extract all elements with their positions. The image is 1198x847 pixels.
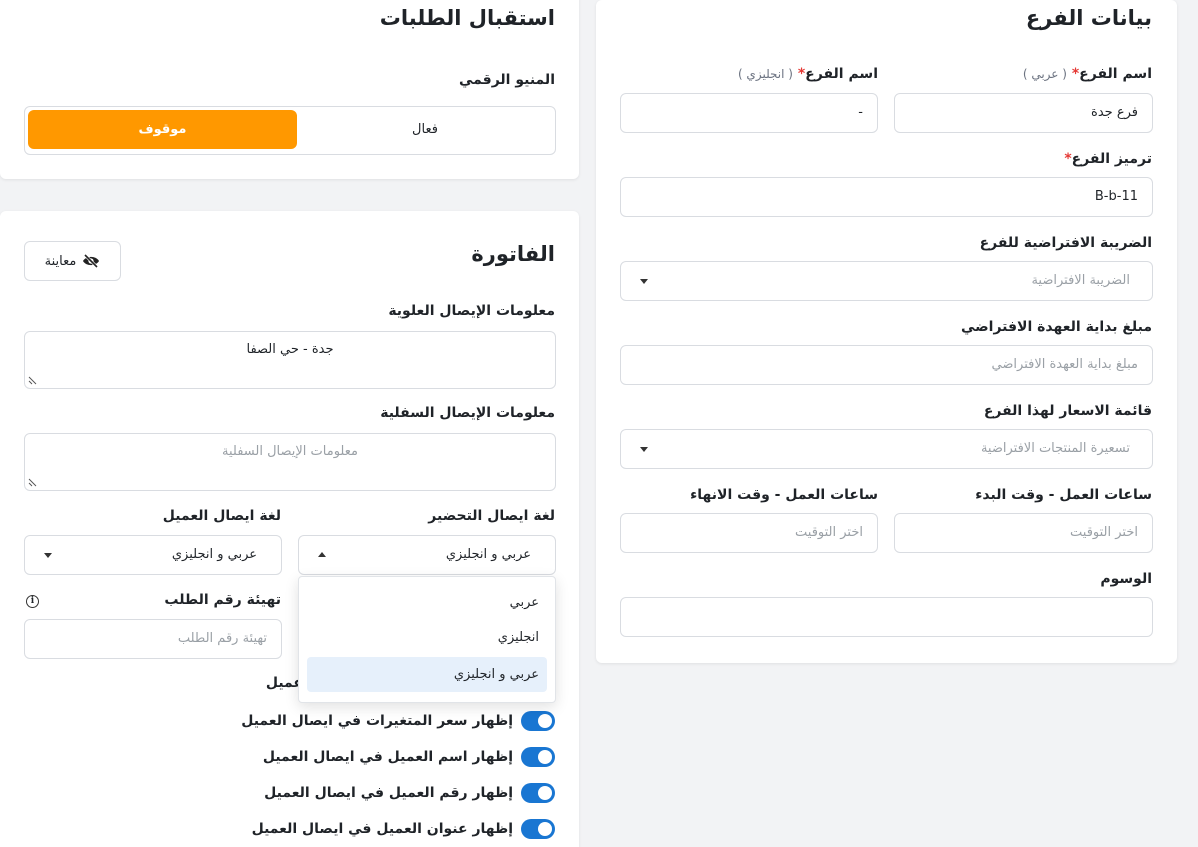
- pricelist-placeholder: تسعيرة المنتجات الافتراضية: [980, 441, 1130, 456]
- prep-lang-dropdown: عربي انجليزي عربي و انجليزي: [298, 576, 556, 703]
- custody-label: مبلغ بداية العهدة الافتراضي: [960, 319, 1152, 335]
- digital-menu-active-option[interactable]: فعال: [297, 110, 553, 149]
- prep-lang-label: لغة ايصال التحضير: [428, 508, 555, 524]
- resize-grip-icon[interactable]: [28, 478, 37, 487]
- toggle-switch[interactable]: [521, 783, 555, 803]
- invoice-title: الفاتورة: [471, 242, 555, 266]
- digital-menu-stopped-option[interactable]: موقوف: [28, 110, 297, 149]
- header-info-textarea[interactable]: جدة - حي الصفا: [24, 331, 556, 389]
- custody-placeholder: مبلغ بداية العهدة الافتراضي: [991, 357, 1138, 372]
- branch-name-en-input[interactable]: -: [620, 93, 878, 133]
- work-start-input[interactable]: اختر التوقيت: [894, 513, 1153, 553]
- chevron-down-icon: [640, 279, 648, 284]
- info-icon[interactable]: i: [26, 595, 39, 608]
- digital-menu-toggle: موقوف فعال: [24, 106, 556, 155]
- work-start-label: ساعات العمل - وقت البدء: [975, 487, 1152, 503]
- toggle-row-variant-price[interactable]: إظهار سعر المتغيرات في ايصال العميل: [241, 709, 555, 733]
- eye-slash-icon: [83, 254, 100, 268]
- toggle-row-customer-address[interactable]: إظهار عنوان العميل في ايصال العميل: [252, 817, 555, 841]
- prep-lang-select[interactable]: عربي و انجليزي: [298, 535, 556, 575]
- toggle-row-customer-phone[interactable]: إظهار رقم العميل في ايصال العميل: [264, 781, 555, 805]
- order-number-input[interactable]: تهيئة رقم الطلب: [24, 619, 282, 659]
- toggle-switch[interactable]: [521, 819, 555, 839]
- orders-reception-card: استقبال الطلبات المنيو الرقمي موقوف فعال: [0, 0, 579, 179]
- pricelist-select[interactable]: تسعيرة المنتجات الافتراضية: [620, 429, 1153, 469]
- digital-menu-label: المنيو الرقمي: [458, 72, 555, 88]
- order-number-label: تهيئة رقم الطلب: [164, 592, 281, 608]
- customer-lang-select[interactable]: عربي و انجليزي: [24, 535, 282, 575]
- pricelist-label: قائمة الاسعار لهذا الفرع: [983, 403, 1152, 419]
- tags-input[interactable]: [620, 597, 1153, 637]
- branch-data-title: بيانات الفرع: [1025, 6, 1152, 30]
- work-end-input[interactable]: اختر التوقيت: [620, 513, 878, 553]
- tags-label: الوسوم: [1100, 571, 1152, 587]
- dropdown-option-both[interactable]: عربي و انجليزي: [307, 657, 547, 692]
- branch-name-en-label: اسم الفرع* ( انجليزي ): [737, 66, 878, 82]
- work-end-label: ساعات العمل - وقت الانهاء: [690, 487, 878, 503]
- branch-name-ar-label: اسم الفرع* ( عربي ): [1022, 66, 1152, 82]
- branch-name-ar-input[interactable]: فرع جدة: [894, 93, 1153, 133]
- header-info-label: معلومات الإيصال العلوية: [388, 303, 555, 319]
- invoice-card: الفاتورة معاينة معلومات الإيصال العلوية …: [0, 211, 579, 847]
- default-tax-select[interactable]: الضريبة الافتراضية: [620, 261, 1153, 301]
- branch-data-card: بيانات الفرع اسم الفرع* ( عربي ) اسم الف…: [596, 0, 1177, 663]
- customer-lang-label: لغة ايصال العميل: [162, 508, 281, 524]
- branch-code-input[interactable]: B-b-11: [620, 177, 1153, 217]
- preview-button-label: معاينة: [44, 253, 77, 269]
- preview-button[interactable]: معاينة: [24, 241, 121, 281]
- dropdown-option-arabic[interactable]: عربي: [307, 585, 547, 620]
- custody-input[interactable]: مبلغ بداية العهدة الافتراضي: [620, 345, 1153, 385]
- footer-info-label: معلومات الإيصال السفلية: [380, 405, 555, 421]
- chevron-down-icon: [640, 447, 648, 452]
- default-tax-label: الضريبة الافتراضية للفرع: [979, 235, 1152, 251]
- branch-code-label: ترميز الفرع*: [1064, 151, 1152, 167]
- toggle-switch[interactable]: [521, 747, 555, 767]
- orders-reception-title: استقبال الطلبات: [379, 6, 555, 30]
- dropdown-option-english[interactable]: انجليزي: [307, 620, 547, 655]
- footer-info-textarea[interactable]: معلومات الإيصال السفلية: [24, 433, 556, 491]
- toggle-switch[interactable]: [521, 711, 555, 731]
- resize-grip-icon[interactable]: [28, 376, 37, 385]
- chevron-down-icon: [44, 553, 52, 558]
- chevron-up-icon: [318, 552, 326, 557]
- default-tax-placeholder: الضريبة الافتراضية: [1031, 273, 1130, 288]
- toggle-row-customer-name[interactable]: إظهار اسم العميل في ايصال العميل: [263, 745, 555, 769]
